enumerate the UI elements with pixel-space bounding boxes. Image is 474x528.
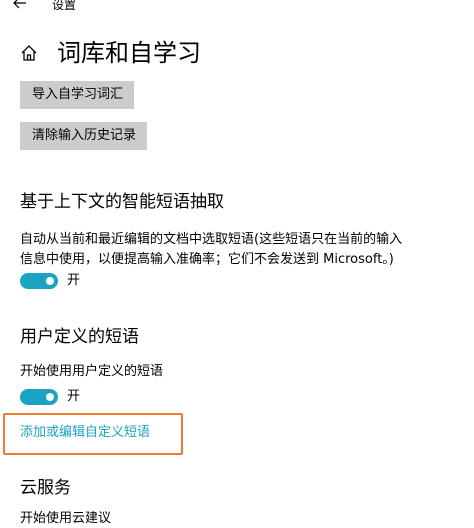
- smart-phrase-description: 自动从当前和最近编辑的文档中选取短语(这些短语只在当前的输入信息中使用，以便提高…: [20, 232, 403, 267]
- user-phrase-label: 开始使用用户定义的短语: [20, 364, 164, 379]
- user-phrase-toggle[interactable]: [20, 389, 58, 405]
- smart-phrase-toggle-state: 开: [67, 273, 81, 288]
- user-phrase-toggle-state: 开: [67, 389, 81, 404]
- page-title: 词库和自学习: [57, 39, 201, 67]
- cloud-service-heading: 云服务: [20, 478, 71, 498]
- toggle-knob: [46, 277, 54, 285]
- import-vocabulary-button[interactable]: 导入自学习词汇: [20, 81, 134, 109]
- home-icon: [20, 44, 38, 62]
- smart-phrase-heading: 基于上下文的智能短语抽取: [20, 192, 224, 212]
- smart-phrase-toggle[interactable]: [20, 273, 58, 289]
- app-title: 设置: [52, 0, 77, 12]
- edit-custom-phrases-link[interactable]: 添加或编辑自定义短语: [20, 424, 150, 442]
- cloud-suggestion-label: 开始使用云建议: [20, 511, 112, 526]
- clear-history-button[interactable]: 清除输入历史记录: [20, 122, 147, 150]
- back-arrow-icon[interactable]: [10, 0, 30, 12]
- user-phrase-heading: 用户定义的短语: [20, 327, 139, 347]
- toggle-knob: [46, 393, 54, 401]
